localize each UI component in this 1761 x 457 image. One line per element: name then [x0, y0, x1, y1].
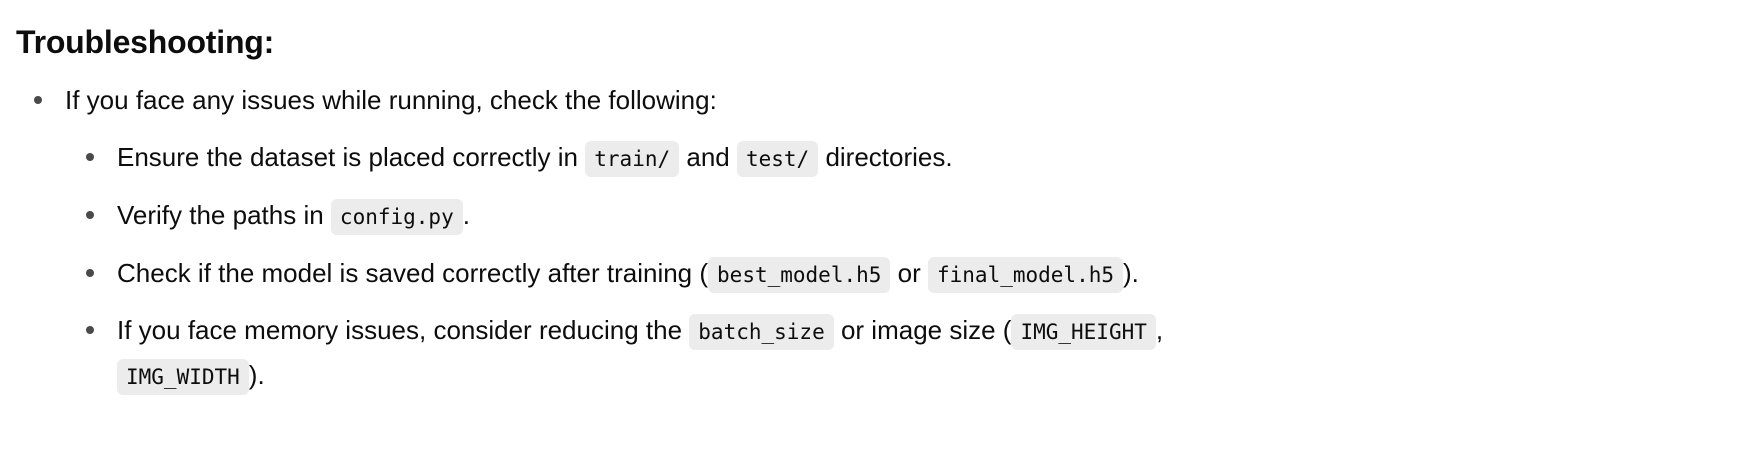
item-text: ). — [248, 360, 265, 390]
item-text: ). — [1123, 258, 1139, 288]
inline-code: test/ — [736, 141, 819, 177]
inline-code: best_model.h5 — [708, 257, 891, 293]
item-text: directories. — [825, 142, 953, 172]
inline-code: train/ — [585, 141, 680, 177]
section-heading: Troubleshooting: — [16, 24, 275, 60]
list-item: Ensure the dataset is placed correctly i… — [117, 137, 953, 179]
inline-code: final_model.h5 — [928, 257, 1124, 293]
item-text: If you face memory issues, consider redu… — [117, 315, 683, 345]
inline-code: IMG_HEIGHT — [1011, 314, 1156, 350]
bullet-dot — [86, 211, 94, 219]
inline-code: config.py — [330, 199, 463, 235]
list-item: If you face memory issues, consider redu… — [117, 310, 1163, 352]
inline-code: IMG_WIDTH — [117, 359, 249, 395]
item-text: Verify the paths in — [117, 200, 324, 230]
list-item: Check if the model is saved correctly af… — [117, 253, 1139, 295]
bullet-dot — [86, 153, 94, 161]
item-text: Check if the model is saved correctly af… — [117, 258, 709, 288]
bullet-dot — [34, 96, 42, 104]
item-text: and — [686, 142, 730, 172]
item-text: or image size ( — [840, 315, 1012, 345]
item-text: or — [897, 258, 921, 288]
inline-code: batch_size — [689, 314, 834, 350]
item-text: , — [1155, 315, 1164, 345]
bullet-dot — [86, 326, 94, 334]
item-text: . — [462, 200, 470, 230]
list-item: Verify the paths in config.py. — [117, 195, 470, 237]
list-item-continuation: IMG_WIDTH). — [117, 355, 265, 397]
intro-text: If you face any issues while running, ch… — [65, 85, 717, 115]
item-text: Ensure the dataset is placed correctly i… — [117, 142, 579, 172]
bullet-dot — [86, 269, 94, 277]
